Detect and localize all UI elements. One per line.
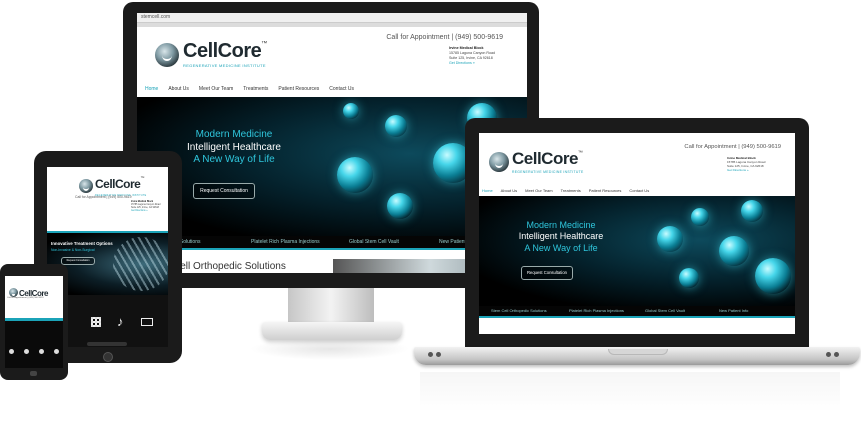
phone: CellCore Call for Appointment | (949) 50… bbox=[0, 0, 861, 431]
menu-icon[interactable] bbox=[24, 349, 29, 354]
phone-line[interactable]: Call for Appointment | (949) 500-9619 bbox=[7, 297, 43, 299]
menu-icon[interactable] bbox=[9, 349, 14, 354]
cellcore-logo-icon bbox=[9, 287, 18, 297]
phone-dark-section bbox=[5, 321, 63, 368]
phone-nav-dots bbox=[9, 349, 59, 355]
menu-icon[interactable] bbox=[39, 349, 44, 354]
phone-home-button[interactable] bbox=[30, 371, 37, 376]
menu-icon[interactable] bbox=[54, 349, 59, 354]
phone-screen: CellCore Call for Appointment | (949) 50… bbox=[5, 276, 63, 368]
